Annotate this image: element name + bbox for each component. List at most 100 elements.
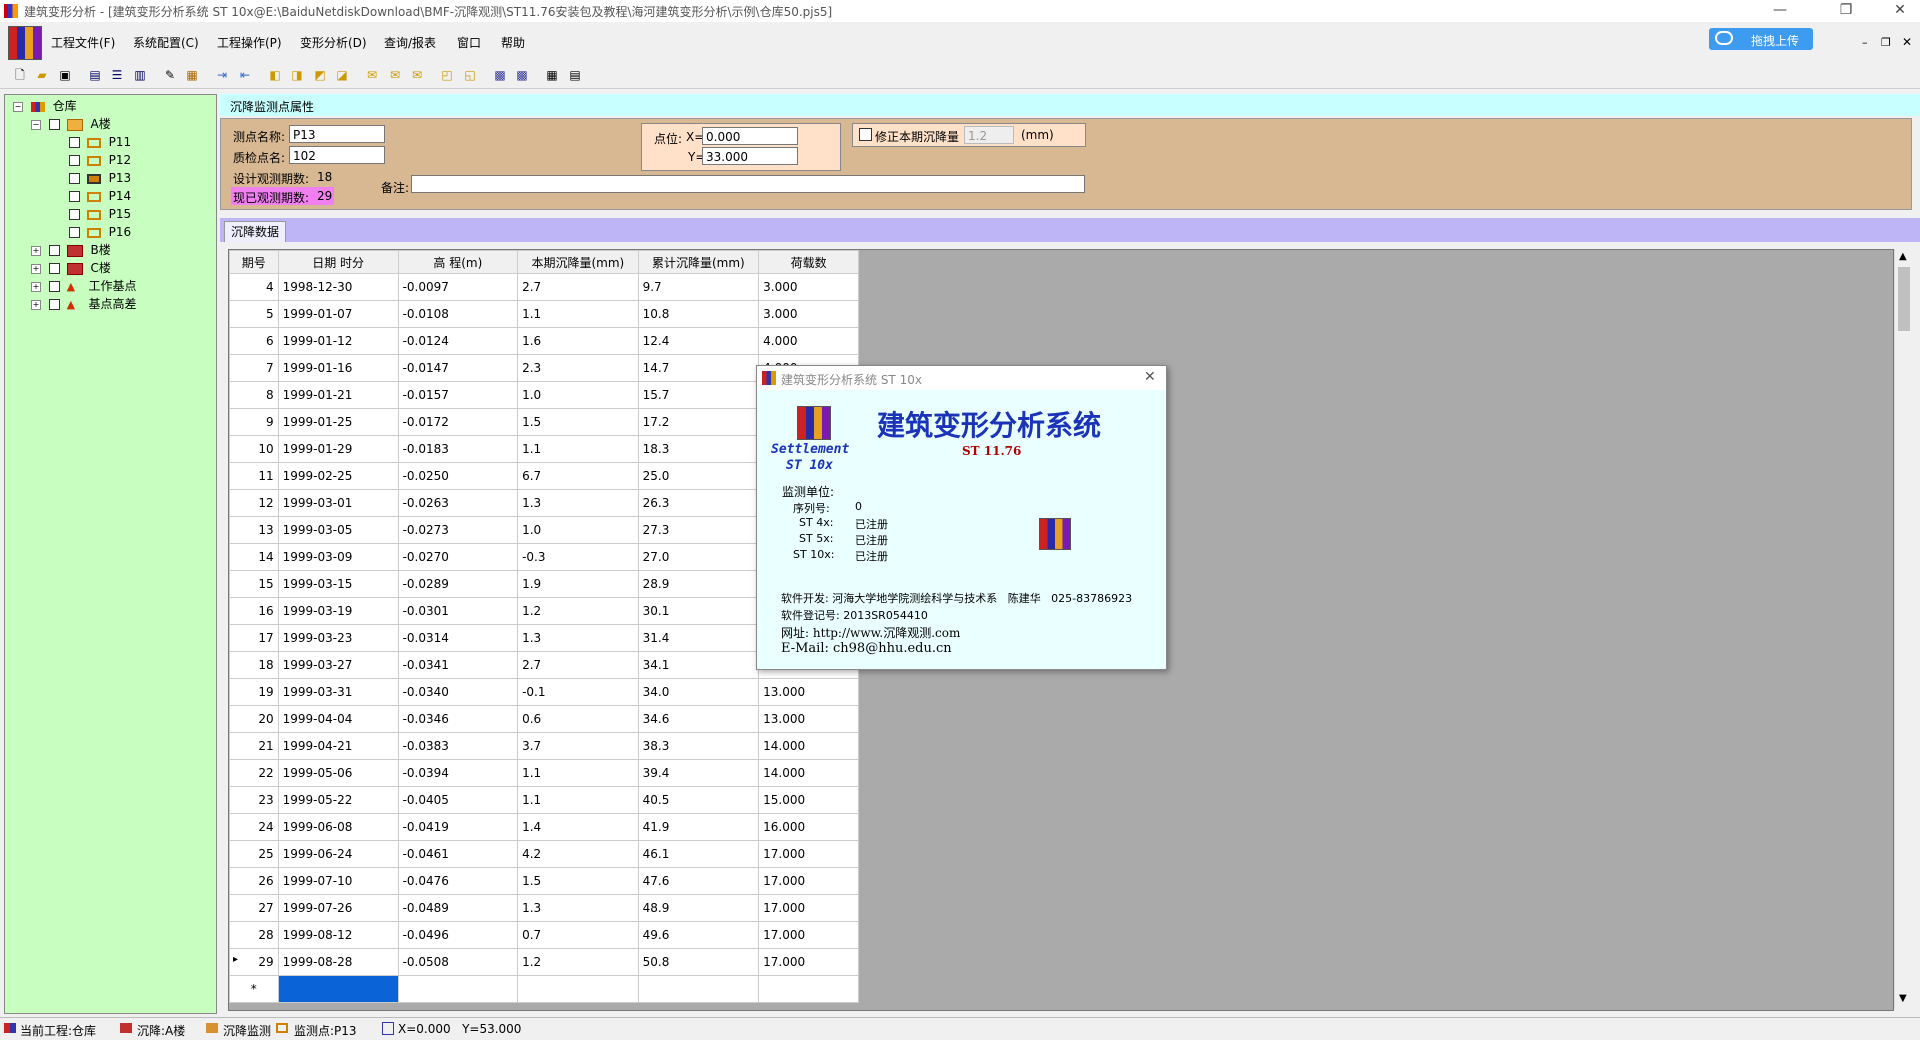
table-cell[interactable]: 14.000 (758, 759, 859, 787)
tree-base-diff[interactable]: + ▲ 基点高差 (31, 295, 137, 313)
table-cell[interactable]: 0.6 (517, 705, 639, 733)
table-cell[interactable]: 1.3 (517, 489, 639, 517)
table-cell[interactable]: 38.3 (637, 732, 760, 760)
table-cell[interactable]: 17.000 (758, 867, 859, 895)
menu-project-ops[interactable]: 工程操作(P) (217, 34, 282, 51)
table-cell[interactable]: 23 (229, 786, 279, 814)
table-cell[interactable]: 1999-05-22 (277, 786, 399, 814)
table-cell[interactable]: 10 (229, 435, 279, 463)
table-cell[interactable]: 3.000 (758, 273, 859, 301)
table-cell[interactable]: 1999-03-01 (277, 489, 399, 517)
point-name-field[interactable]: P13 (289, 125, 385, 143)
checkbox[interactable] (48, 245, 60, 256)
table-cell[interactable]: 26 (229, 867, 279, 895)
checkbox[interactable] (48, 299, 60, 310)
collapse-icon[interactable]: − (13, 101, 23, 112)
table-cell[interactable]: 48.9 (637, 894, 760, 922)
remark-field[interactable] (411, 175, 1085, 193)
image-4-icon[interactable]: ◪ (334, 67, 350, 83)
table-cell[interactable]: 1998-12-30 (277, 273, 399, 301)
table-cell[interactable]: 22 (229, 759, 279, 787)
table-cell[interactable]: 1999-03-09 (277, 543, 399, 571)
table-row[interactable]: 6 1999-01-12 -0.0124 1.6 12.4 4.000 (229, 327, 859, 355)
table-cell[interactable]: 1.1 (517, 300, 639, 328)
expand-icon[interactable]: + (31, 281, 41, 292)
checkbox[interactable] (69, 173, 80, 184)
table-cell[interactable]: -0.0496 (397, 921, 519, 949)
check-point-field[interactable]: 102 (289, 146, 385, 164)
table-cell[interactable]: -0.0183 (397, 435, 519, 463)
table-cell[interactable]: 1999-08-28 (277, 948, 399, 976)
table-cell[interactable]: -0.0157 (397, 381, 519, 409)
mail-1-icon[interactable]: ✉ (364, 67, 380, 83)
table-cell[interactable]: 2.3 (517, 354, 639, 382)
tree-building-b[interactable]: + B楼 (31, 241, 111, 259)
table-cell[interactable]: 34.6 (637, 705, 760, 733)
open-folder-icon[interactable]: ▰ (34, 67, 50, 83)
tile-horizontal-icon[interactable]: ☰ (109, 67, 125, 83)
table-cell[interactable]: 10.8 (637, 300, 760, 328)
new-row[interactable]: * (229, 975, 859, 1003)
tree-building-a[interactable]: − A楼 (31, 115, 111, 133)
table-cell[interactable]: 1999-06-24 (277, 840, 399, 868)
table-cell[interactable]: 21 (229, 732, 279, 760)
table-cell[interactable]: 1.1 (517, 759, 639, 787)
table-row[interactable]: 24 1999-06-08 -0.0419 1.4 41.9 16.000 (229, 813, 859, 841)
col-cumulative-settlement[interactable]: 累计沉降量(mm) (637, 250, 760, 274)
table-cell[interactable]: 27.0 (637, 543, 760, 571)
correct-checkbox[interactable] (859, 128, 872, 141)
table-cell[interactable]: 31.4 (637, 624, 760, 652)
table-cell[interactable]: ▸ 29 (229, 948, 279, 976)
save-icon[interactable]: ▣ (57, 67, 73, 83)
insert-row-icon[interactable]: ⇥ (214, 67, 230, 83)
table-cell[interactable]: 25 (229, 840, 279, 868)
table-cell[interactable]: -0.0346 (397, 705, 519, 733)
table-cell[interactable]: -0.0461 (397, 840, 519, 868)
image-2-icon[interactable]: ◨ (289, 67, 305, 83)
table-row[interactable]: 4 1998-12-30 -0.0097 2.7 9.7 3.000 (229, 273, 859, 301)
table-cell[interactable]: -0.0147 (397, 354, 519, 382)
table-cell[interactable]: 1.2 (517, 597, 639, 625)
dialog-close-button[interactable]: ✕ (1144, 369, 1156, 385)
table-cell[interactable]: 12.4 (637, 327, 760, 355)
menu-help[interactable]: 帮助 (501, 34, 525, 51)
table-cell[interactable]: -0.0301 (397, 597, 519, 625)
table-cell[interactable]: 1999-02-25 (277, 462, 399, 490)
table-cell[interactable]: 1.6 (517, 327, 639, 355)
table-cell[interactable]: 13.000 (758, 678, 859, 706)
table-cell[interactable]: 1.5 (517, 408, 639, 436)
table-cell[interactable]: 1.0 (517, 381, 639, 409)
table-cell[interactable]: 1999-04-21 (277, 732, 399, 760)
table-cell[interactable]: 1.3 (517, 624, 639, 652)
correct-value-field[interactable]: 1.2 (964, 126, 1014, 144)
table-cell[interactable]: 1.3 (517, 894, 639, 922)
mail-2-icon[interactable]: ✉ (387, 67, 403, 83)
checkbox[interactable] (69, 191, 80, 202)
table-row[interactable]: 5 1999-01-07 -0.0108 1.1 10.8 3.000 (229, 300, 859, 328)
grid-2-icon[interactable]: ▩ (514, 67, 530, 83)
mdi-minimize-button[interactable]: – (1862, 36, 1868, 49)
table-cell[interactable]: 1999-07-26 (277, 894, 399, 922)
table-cell[interactable]: 18.3 (637, 435, 760, 463)
table-cell[interactable]: 17 (229, 624, 279, 652)
table-row[interactable]: 26 1999-07-10 -0.0476 1.5 47.6 17.000 (229, 867, 859, 895)
checkbox[interactable] (48, 281, 60, 292)
table-cell[interactable] (397, 975, 519, 1003)
scroll-down-icon[interactable]: ▼ (1899, 993, 1907, 1004)
col-current-settlement[interactable]: 本期沉降量(mm) (517, 250, 639, 274)
table-row[interactable]: ▸ 29 1999-08-28 -0.0508 1.2 50.8 17.000 (229, 948, 859, 976)
table-cell[interactable]: -0.0508 (397, 948, 519, 976)
table-cell[interactable]: 9 (229, 408, 279, 436)
table-row[interactable]: 28 1999-08-12 -0.0496 0.7 49.6 17.000 (229, 921, 859, 949)
table-row[interactable]: 23 1999-05-22 -0.0405 1.1 40.5 15.000 (229, 786, 859, 814)
table-cell[interactable]: -0.0419 (397, 813, 519, 841)
table-cell[interactable]: -0.0489 (397, 894, 519, 922)
tree-point-p12[interactable]: P12 (69, 151, 131, 169)
table-cell[interactable]: 30.1 (637, 597, 760, 625)
table-cell[interactable]: -0.0383 (397, 732, 519, 760)
table-cell[interactable]: 1.0 (517, 516, 639, 544)
table-cell[interactable] (758, 975, 859, 1003)
mdi-close-button[interactable]: ✕ (1902, 35, 1912, 49)
close-button[interactable]: ✕ (1880, 0, 1920, 22)
image-1-icon[interactable]: ◧ (267, 67, 283, 83)
